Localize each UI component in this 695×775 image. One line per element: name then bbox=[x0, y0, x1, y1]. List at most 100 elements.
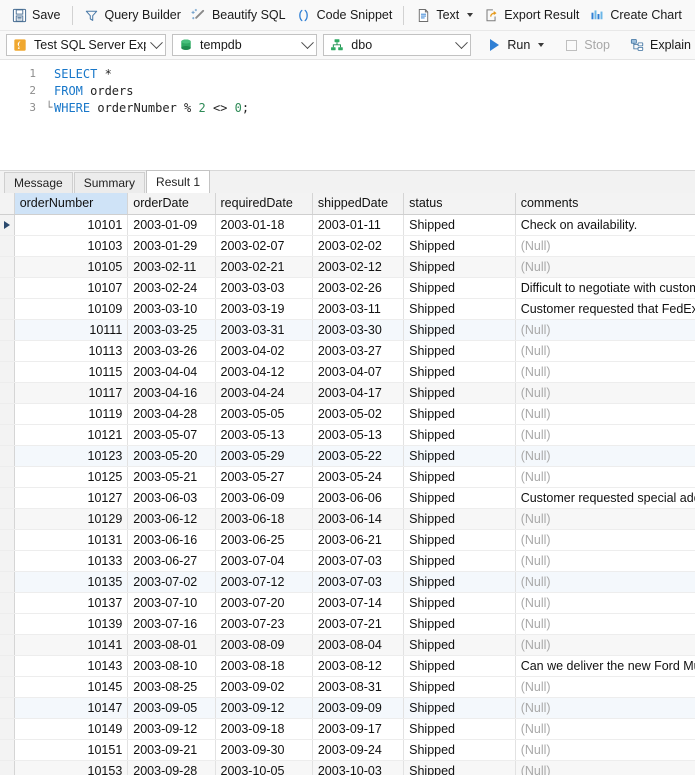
cell-status[interactable]: Shipped bbox=[403, 466, 516, 488]
cell-shippeddate[interactable]: 2003-02-12 bbox=[312, 256, 405, 278]
cell-comments[interactable]: (Null) bbox=[515, 424, 695, 446]
cell-orderdate[interactable]: 2003-08-10 bbox=[127, 655, 216, 677]
cell-status[interactable]: Shipped bbox=[403, 676, 516, 698]
cell-status[interactable]: Shipped bbox=[403, 340, 516, 362]
cell-orderdate[interactable]: 2003-08-01 bbox=[127, 634, 216, 656]
save-button[interactable]: Save bbox=[6, 3, 66, 27]
table-row[interactable]: 10123 2003-05-20 2003-05-29 2003-05-22 Shipp… bbox=[0, 445, 695, 467]
row-header[interactable] bbox=[0, 592, 15, 614]
cell-orderdate[interactable]: 2003-05-21 bbox=[127, 466, 216, 488]
cell-requireddate[interactable]: 2003-05-27 bbox=[215, 466, 313, 488]
cell-comments[interactable]: (Null) bbox=[515, 445, 695, 467]
cell-requireddate[interactable]: 2003-04-24 bbox=[215, 382, 313, 404]
cell-shippeddate[interactable]: 2003-02-26 bbox=[312, 277, 405, 299]
explain-button[interactable]: Explain bbox=[625, 34, 695, 56]
table-row[interactable]: 10129 2003-06-12 2003-06-18 2003-06-14 Shipp… bbox=[0, 508, 695, 530]
cell-comments[interactable]: Can we deliver the new Ford Mustang bbox=[515, 655, 695, 677]
cell-comments[interactable]: (Null) bbox=[515, 529, 695, 551]
cell-orderdate[interactable]: 2003-07-02 bbox=[127, 571, 216, 593]
cell-ordernumber[interactable]: 10101 bbox=[14, 214, 129, 236]
cell-shippeddate[interactable]: 2003-07-14 bbox=[312, 592, 405, 614]
cell-status[interactable]: Shipped bbox=[403, 214, 516, 236]
row-header[interactable] bbox=[0, 529, 15, 551]
sql-editor[interactable]: 1 SELECT * 2 FROM orders 3 └ WHERE orderNumber… bbox=[0, 60, 695, 170]
cell-comments[interactable]: (Null) bbox=[515, 718, 695, 740]
cell-status[interactable]: Shipped bbox=[403, 382, 516, 404]
row-header[interactable] bbox=[0, 298, 15, 320]
table-row[interactable]: 10135 2003-07-02 2003-07-12 2003-07-03 Shipp… bbox=[0, 571, 695, 593]
cell-status[interactable]: Shipped bbox=[403, 613, 516, 635]
cell-status[interactable]: Shipped bbox=[403, 634, 516, 656]
cell-comments[interactable]: (Null) bbox=[515, 571, 695, 593]
cell-ordernumber[interactable]: 10113 bbox=[14, 340, 129, 362]
cell-orderdate[interactable]: 2003-01-09 bbox=[127, 214, 216, 236]
cell-orderdate[interactable]: 2003-01-29 bbox=[127, 235, 216, 257]
cell-status[interactable]: Shipped bbox=[403, 529, 516, 551]
column-header-comments[interactable]: comments bbox=[515, 193, 695, 215]
cell-comments[interactable]: Customer requested that FedEx Ground is bbox=[515, 298, 695, 320]
cell-ordernumber[interactable]: 10123 bbox=[14, 445, 129, 467]
cell-orderdate[interactable]: 2003-07-10 bbox=[127, 592, 216, 614]
row-header[interactable] bbox=[0, 235, 15, 257]
cell-shippeddate[interactable]: 2003-05-22 bbox=[312, 445, 405, 467]
text-format-button[interactable]: Text bbox=[410, 3, 478, 27]
cell-ordernumber[interactable]: 10143 bbox=[14, 655, 129, 677]
cell-requireddate[interactable]: 2003-02-07 bbox=[215, 235, 313, 257]
table-row[interactable]: 10151 2003-09-21 2003-09-30 2003-09-24 Shipp… bbox=[0, 739, 695, 761]
cell-orderdate[interactable]: 2003-04-16 bbox=[127, 382, 216, 404]
cell-requireddate[interactable]: 2003-08-09 bbox=[215, 634, 313, 656]
cell-requireddate[interactable]: 2003-09-18 bbox=[215, 718, 313, 740]
table-row[interactable]: 10101 2003-01-09 2003-01-18 2003-01-11 Shipp… bbox=[0, 214, 695, 236]
table-row[interactable]: 10131 2003-06-16 2003-06-25 2003-06-21 Shipp… bbox=[0, 529, 695, 551]
table-row[interactable]: 10115 2003-04-04 2003-04-12 2003-04-07 Shipp… bbox=[0, 361, 695, 383]
cell-shippeddate[interactable]: 2003-03-30 bbox=[312, 319, 405, 341]
cell-shippeddate[interactable]: 2003-09-09 bbox=[312, 697, 405, 719]
cell-status[interactable]: Shipped bbox=[403, 550, 516, 572]
row-header[interactable] bbox=[0, 382, 15, 404]
cell-status[interactable]: Shipped bbox=[403, 718, 516, 740]
row-header[interactable] bbox=[0, 739, 15, 761]
row-header[interactable] bbox=[0, 613, 15, 635]
cell-requireddate[interactable]: 2003-02-21 bbox=[215, 256, 313, 278]
table-row[interactable]: 10109 2003-03-10 2003-03-19 2003-03-11 Shipp… bbox=[0, 298, 695, 320]
cell-ordernumber[interactable]: 10133 bbox=[14, 550, 129, 572]
code-snippet-button[interactable]: Code Snippet bbox=[291, 3, 398, 27]
cell-shippeddate[interactable]: 2003-03-11 bbox=[312, 298, 405, 320]
cell-orderdate[interactable]: 2003-03-26 bbox=[127, 340, 216, 362]
table-row[interactable]: 10127 2003-06-03 2003-06-09 2003-06-06 Shipp… bbox=[0, 487, 695, 509]
cell-requireddate[interactable]: 2003-05-29 bbox=[215, 445, 313, 467]
cell-orderdate[interactable]: 2003-06-12 bbox=[127, 508, 216, 530]
cell-comments[interactable]: (Null) bbox=[515, 739, 695, 761]
cell-ordernumber[interactable]: 10119 bbox=[14, 403, 129, 425]
cell-shippeddate[interactable]: 2003-03-27 bbox=[312, 340, 405, 362]
row-header[interactable] bbox=[0, 361, 15, 383]
cell-orderdate[interactable]: 2003-02-24 bbox=[127, 277, 216, 299]
row-header[interactable] bbox=[0, 508, 15, 530]
database-dropdown[interactable]: tempdb bbox=[172, 34, 318, 56]
cell-status[interactable]: Shipped bbox=[403, 298, 516, 320]
table-row[interactable]: 10139 2003-07-16 2003-07-23 2003-07-21 Shipp… bbox=[0, 613, 695, 635]
run-button[interactable]: Run bbox=[482, 34, 548, 56]
row-header[interactable] bbox=[0, 466, 15, 488]
row-header[interactable] bbox=[0, 697, 15, 719]
table-row[interactable]: 10145 2003-08-25 2003-09-02 2003-08-31 Shipp… bbox=[0, 676, 695, 698]
cell-status[interactable]: Shipped bbox=[403, 508, 516, 530]
cell-orderdate[interactable]: 2003-03-10 bbox=[127, 298, 216, 320]
cell-orderdate[interactable]: 2003-09-05 bbox=[127, 697, 216, 719]
table-row[interactable]: 10117 2003-04-16 2003-04-24 2003-04-17 Shipp… bbox=[0, 382, 695, 404]
row-header[interactable] bbox=[0, 676, 15, 698]
table-row[interactable]: 10119 2003-04-28 2003-05-05 2003-05-02 Shipp… bbox=[0, 403, 695, 425]
cell-requireddate[interactable]: 2003-06-18 bbox=[215, 508, 313, 530]
cell-ordernumber[interactable]: 10137 bbox=[14, 592, 129, 614]
cell-status[interactable]: Shipped bbox=[403, 277, 516, 299]
cell-orderdate[interactable]: 2003-09-12 bbox=[127, 718, 216, 740]
cell-status[interactable]: Shipped bbox=[403, 739, 516, 761]
cell-shippeddate[interactable]: 2003-05-02 bbox=[312, 403, 405, 425]
export-result-button[interactable]: Export Result bbox=[478, 3, 584, 27]
table-row[interactable]: 10111 2003-03-25 2003-03-31 2003-03-30 Shipp… bbox=[0, 319, 695, 341]
cell-comments[interactable]: (Null) bbox=[515, 613, 695, 635]
cell-status[interactable]: Shipped bbox=[403, 487, 516, 509]
cell-shippeddate[interactable]: 2003-07-03 bbox=[312, 571, 405, 593]
cell-orderdate[interactable]: 2003-02-11 bbox=[127, 256, 216, 278]
tab-summary[interactable]: Summary bbox=[73, 172, 146, 193]
